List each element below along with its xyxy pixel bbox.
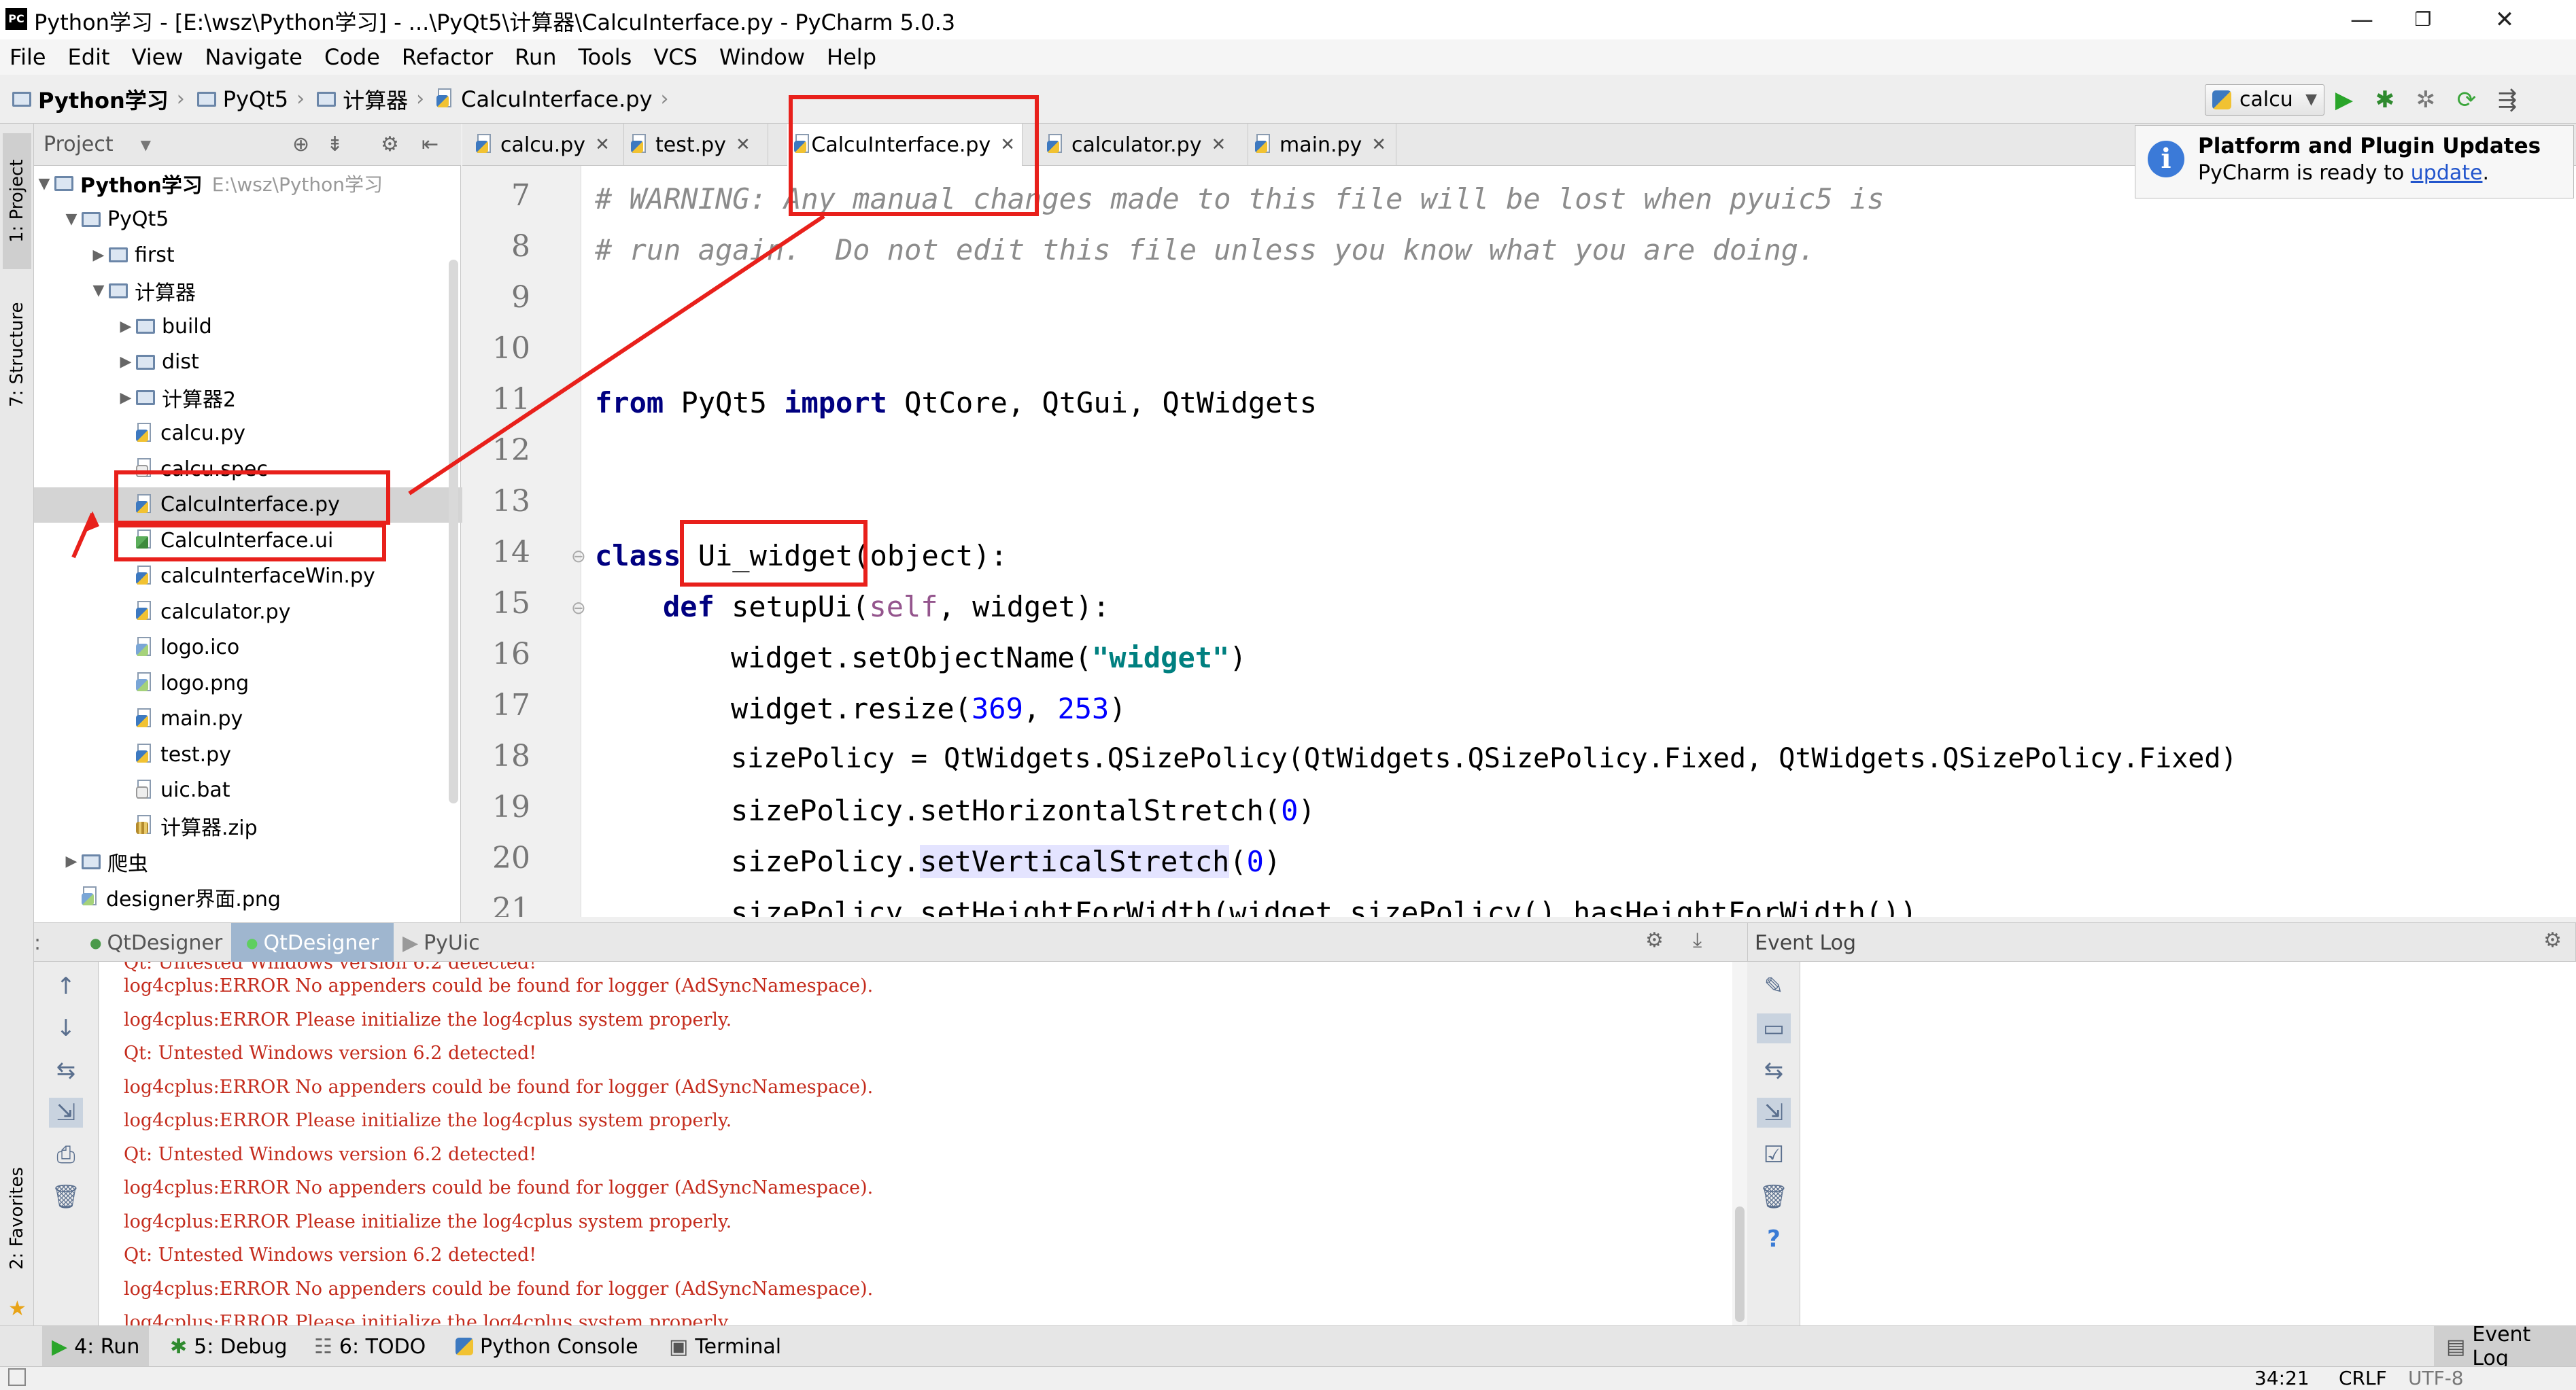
annotation-arrowhead [83, 511, 99, 533]
annotation-arrow-line [408, 214, 825, 496]
annotation-arrows [71, 214, 825, 559]
